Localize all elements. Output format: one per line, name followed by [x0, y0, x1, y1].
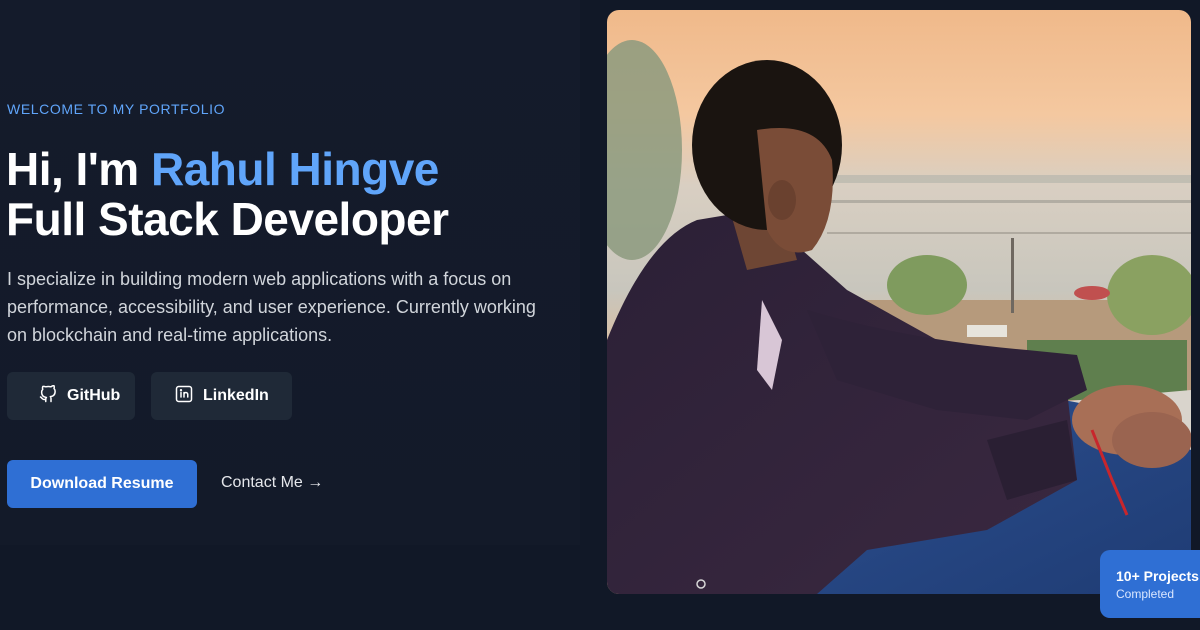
badge-subtitle: Completed	[1116, 587, 1175, 601]
linkedin-label: LinkedIn	[203, 387, 269, 404]
hero-role: Full Stack Developer	[6, 193, 449, 245]
hero-greeting: Hi, I'm	[6, 143, 151, 195]
github-button[interactable]: GitHub	[7, 372, 135, 420]
hero-name: Rahul Hingve	[150, 143, 439, 195]
github-icon	[39, 384, 57, 408]
badge-title: 10+ Projects	[1116, 568, 1199, 584]
download-resume-button[interactable]: Download Resume	[7, 460, 197, 508]
profile-photo	[607, 10, 1191, 594]
hero-intro: I specialize in building modern web appl…	[7, 269, 536, 345]
github-label: GitHub	[67, 387, 121, 404]
hero-eyebrow: WELCOME TO MY PORTFOLIO	[7, 101, 226, 117]
linkedin-icon	[175, 385, 193, 408]
hero-headline: Hi, I'm Rahul Hingve Full Stack Develope…	[6, 144, 449, 244]
projects-badge: 10+ Projects Completed	[1100, 550, 1200, 618]
portfolio-page: WELCOME TO MY PORTFOLIO Hi, I'm Rahul Hi…	[0, 0, 1200, 630]
linkedin-button[interactable]: LinkedIn	[151, 372, 292, 420]
contact-me-link[interactable]: Contact Me →	[221, 474, 323, 492]
hero-section: WELCOME TO MY PORTFOLIO Hi, I'm Rahul Hi…	[0, 0, 580, 545]
